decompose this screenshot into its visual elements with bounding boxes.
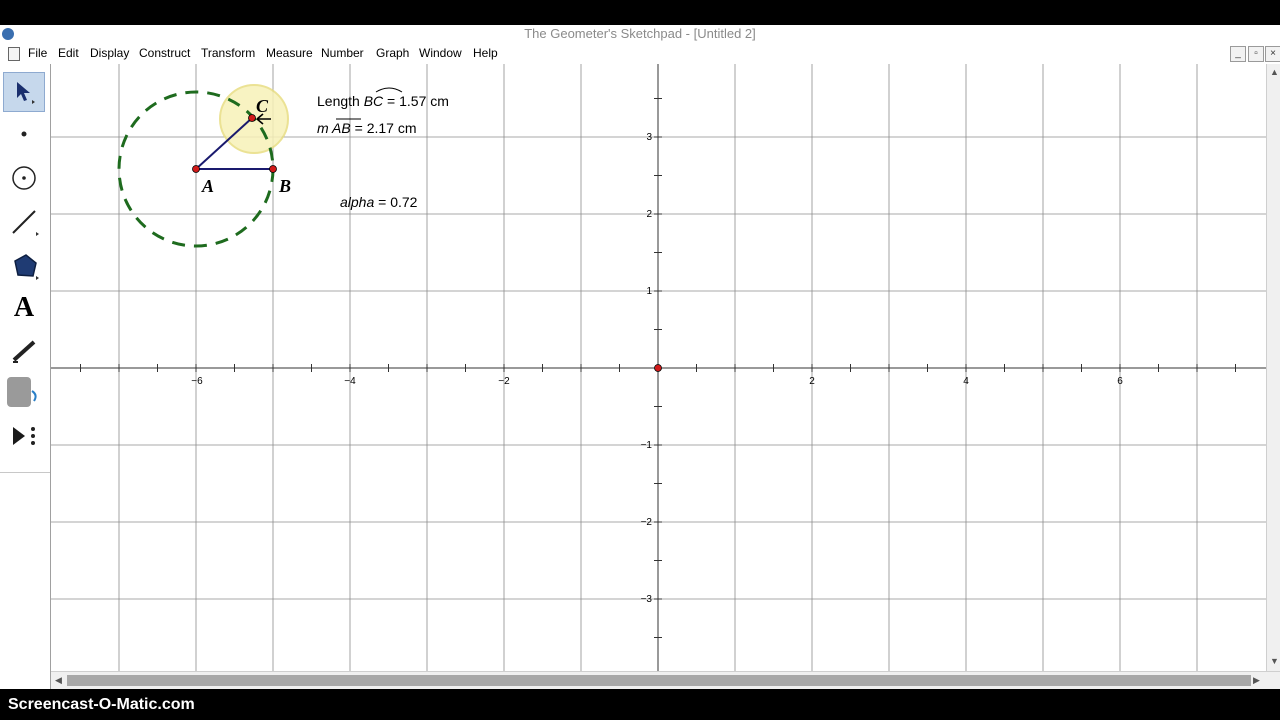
watermark-text: Screencast-O-Matic.com: [8, 696, 195, 713]
y-tick-label: −1: [641, 440, 653, 451]
y-tick-label: 3: [646, 132, 652, 143]
close-button[interactable]: ×: [1265, 46, 1280, 62]
vertical-scrollbar[interactable]: ▲ ▼: [1266, 64, 1280, 671]
x-tick-label: −6: [191, 376, 203, 387]
point-b[interactable]: [269, 165, 277, 173]
x-tick-labels: −6 −4 −2 2 4 6: [191, 376, 1123, 387]
title-bar: The Geometer's Sketchpad - [Untitled 2]: [0, 25, 1280, 44]
marker-pen-icon: [12, 340, 36, 363]
segment-length-measurement[interactable]: m AB = 2.17 cm: [317, 118, 417, 136]
label-c[interactable]: C: [256, 96, 269, 116]
label-a[interactable]: A: [201, 176, 214, 196]
menu-help[interactable]: Help: [473, 46, 498, 60]
point-a[interactable]: [192, 165, 200, 173]
svg-text:m AB = 2.17 cm: m AB = 2.17 cm: [317, 120, 417, 136]
y-tick-label: −2: [641, 517, 653, 528]
scroll-left-icon[interactable]: ◀: [55, 675, 62, 686]
sketch-canvas[interactable]: −6 −4 −2 2 4 6 3 2 1 −1 −2 −3 A B C Leng…: [51, 64, 1266, 671]
restore-button[interactable]: ▫: [1248, 46, 1264, 62]
menu-display[interactable]: Display: [90, 46, 129, 60]
custom-tools-icon: [13, 427, 35, 445]
x-tick-label: −4: [344, 376, 356, 387]
arrow-icon: [17, 82, 35, 104]
text-a-icon: A: [13, 292, 35, 323]
text-tool[interactable]: A: [3, 288, 45, 328]
menu-graph[interactable]: Graph: [376, 46, 409, 60]
x-tick-label: 4: [963, 376, 969, 387]
x-tick-label: 2: [809, 376, 815, 387]
arrow-select-tool[interactable]: [3, 72, 45, 112]
menu-bar: File Edit Display Construct Transform Me…: [0, 44, 1280, 65]
menu-edit[interactable]: Edit: [58, 46, 79, 60]
polygon-tool[interactable]: [3, 246, 45, 286]
svg-text:Length BC = 1.57 cm: Length BC = 1.57 cm: [317, 93, 449, 109]
menu-measure[interactable]: Measure: [266, 46, 313, 60]
scroll-right-icon[interactable]: ▶: [1253, 675, 1260, 686]
custom-tools[interactable]: [3, 416, 45, 456]
arc-overline: [375, 87, 403, 93]
document-icon[interactable]: [8, 47, 20, 61]
origin-point[interactable]: [654, 364, 662, 372]
straightedge-icon: [12, 210, 39, 236]
marker-tool[interactable]: [3, 330, 45, 370]
compass-circle-icon: [12, 166, 36, 190]
polygon-icon: [14, 254, 39, 280]
point-c[interactable]: [248, 114, 256, 122]
watermark-bar: Screencast-O-Matic.com: [0, 689, 1280, 720]
menu-construct[interactable]: Construct: [139, 46, 190, 60]
label-b[interactable]: B: [278, 176, 291, 196]
toolbox-separator: [0, 472, 50, 473]
menu-transform[interactable]: Transform: [201, 46, 255, 60]
information-icon: [7, 377, 37, 407]
straightedge-tool[interactable]: [3, 202, 45, 242]
sketch-drawing[interactable]: −6 −4 −2 2 4 6 3 2 1 −1 −2 −3 A B C Leng…: [51, 64, 1266, 671]
y-tick-label: −3: [641, 594, 653, 605]
window-title: The Geometer's Sketchpad - [Untitled 2]: [524, 26, 756, 41]
menu-number[interactable]: Number: [321, 46, 364, 60]
alpha-parameter[interactable]: alpha = 0.72: [340, 194, 418, 210]
information-tool[interactable]: [3, 372, 45, 412]
y-tick-label: 1: [646, 286, 652, 297]
arc-length-measurement[interactable]: Length BC = 1.57 cm: [317, 87, 449, 109]
x-tick-label: 6: [1117, 376, 1123, 387]
y-tick-label: 2: [646, 209, 652, 220]
x-tick-label: −2: [498, 376, 510, 387]
horizontal-scrollbar[interactable]: ◀ ▶: [51, 671, 1280, 689]
minimize-button[interactable]: _: [1230, 46, 1246, 62]
scroll-up-icon[interactable]: ▲: [1270, 67, 1279, 77]
toolbox: A: [0, 64, 51, 689]
point-tool[interactable]: [3, 114, 45, 154]
scroll-down-icon[interactable]: ▼: [1270, 656, 1279, 666]
point-icon: [21, 131, 27, 137]
menu-window[interactable]: Window: [419, 46, 462, 60]
horizontal-scroll-thumb[interactable]: [67, 675, 1251, 686]
compass-tool[interactable]: [3, 158, 45, 198]
menu-file[interactable]: File: [28, 46, 47, 60]
